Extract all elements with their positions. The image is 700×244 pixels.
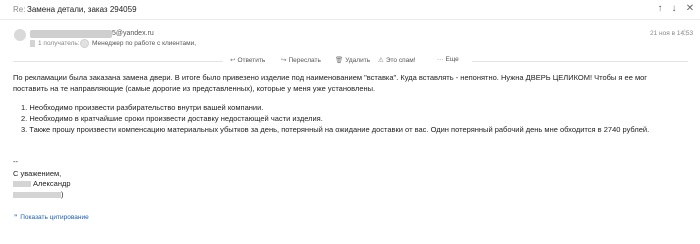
forward-button[interactable]: ↪ Переслать: [281, 56, 321, 64]
close-icon[interactable]: ✕: [684, 3, 696, 15]
sender-email-domain[interactable]: 5@yandex.ru: [112, 30, 154, 37]
sender-row: 5@yandex.ru 1 получатель: Менеджер по ра…: [0, 27, 700, 51]
spam-icon: ⚠: [378, 57, 384, 64]
delete-label: Удалить: [345, 57, 371, 64]
redaction-mark: [13, 192, 61, 198]
more-icon: ···: [437, 56, 444, 63]
redaction-mark: [30, 40, 35, 47]
list-item: 2. Необходимо в кратчайшие сроки произве…: [21, 114, 323, 123]
more-button[interactable]: ··· Еще: [437, 56, 459, 63]
reply-label: Ответить: [237, 57, 266, 64]
recipient-name[interactable]: Менеджер по работе с клиентами,: [92, 40, 196, 47]
divider: [13, 61, 223, 62]
redaction-mark: [13, 181, 31, 187]
arrow-up-icon[interactable]: ↑: [654, 3, 666, 15]
subject-re-prefix: Re:: [13, 5, 26, 14]
signature-tail: ): [61, 190, 64, 199]
sender-email-redacted[interactable]: [30, 30, 112, 38]
forward-label: Переслать: [288, 57, 321, 64]
arrow-down-icon[interactable]: ↓: [668, 3, 680, 15]
forward-icon: ↪: [281, 57, 287, 64]
action-toolbar: ↩ Ответить ↪ Переслать 🗑 Удалить ⚠ Это спам!…: [0, 55, 700, 67]
body-paragraph-line: По рекламации была заказана замена двери…: [13, 73, 648, 82]
body-paragraph-line: поставить на те направляющие (самые доро…: [13, 84, 376, 93]
signature-dashes: --: [13, 157, 18, 166]
recipient-avatar: [80, 39, 89, 48]
signature-name: Александр: [33, 179, 71, 188]
reply-icon: ↩: [230, 57, 236, 64]
email-subject: Замена детали, заказ 294059: [27, 5, 137, 14]
list-item: 1. Необходимо произвести разбирательство…: [21, 103, 264, 112]
spam-button[interactable]: ⚠ Это спам!: [378, 56, 415, 64]
spam-label: Это спам!: [385, 57, 416, 64]
subject-bar: Re: Замена детали, заказ 294059 ↑ ↓ ✕: [0, 0, 700, 20]
divider: [472, 61, 688, 62]
star-icon[interactable]: ☆: [680, 28, 689, 39]
show-quote-label: Показать цитирование: [20, 214, 89, 221]
avatar[interactable]: [14, 29, 26, 41]
show-quote-link[interactable]: ” Показать цитирование: [14, 214, 89, 221]
more-label: Еще: [445, 56, 459, 63]
trash-icon: 🗑: [335, 57, 344, 64]
reply-button[interactable]: ↩ Ответить: [230, 56, 265, 64]
quote-icon: ”: [14, 214, 18, 221]
recipients-count[interactable]: 1 получатель:: [38, 40, 80, 47]
delete-button[interactable]: 🗑 Удалить: [335, 56, 370, 64]
list-item: 3. Также прошу произвести компенсацию ма…: [21, 125, 650, 134]
